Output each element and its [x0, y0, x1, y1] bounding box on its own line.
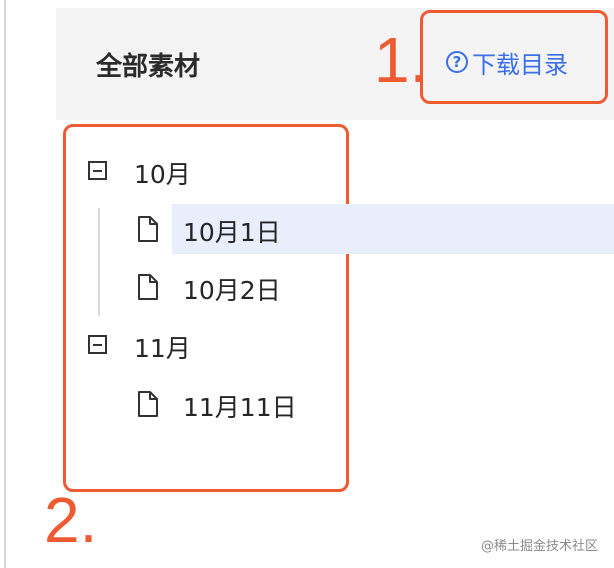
tree-node-month[interactable]: 10月: [134, 155, 191, 191]
tree-node-day[interactable]: 10月1日: [183, 213, 281, 249]
tree-guide-line: [98, 208, 100, 316]
watermark: @稀土掘金技术社区: [480, 539, 598, 554]
tree-node-month[interactable]: 11月: [134, 329, 191, 365]
annotation-number-1: 1.: [374, 24, 428, 96]
file-icon: [138, 391, 158, 417]
download-catalog-link[interactable]: ? 下载目录: [446, 44, 568, 80]
question-circle-icon: ?: [446, 51, 468, 73]
download-catalog-label: 下载目录: [472, 50, 568, 79]
panel-title: 全部素材: [96, 52, 201, 82]
annotation-number-2: 2.: [44, 484, 98, 556]
left-divider: [4, 0, 6, 568]
left-strip: [0, 0, 56, 568]
tree-node-day[interactable]: 10月2日: [183, 271, 281, 307]
tree-node-day[interactable]: 11月11日: [183, 388, 297, 424]
file-icon: [138, 274, 158, 300]
file-icon: [138, 216, 158, 242]
minus-square-icon[interactable]: [88, 161, 107, 180]
minus-square-icon[interactable]: [88, 335, 107, 354]
